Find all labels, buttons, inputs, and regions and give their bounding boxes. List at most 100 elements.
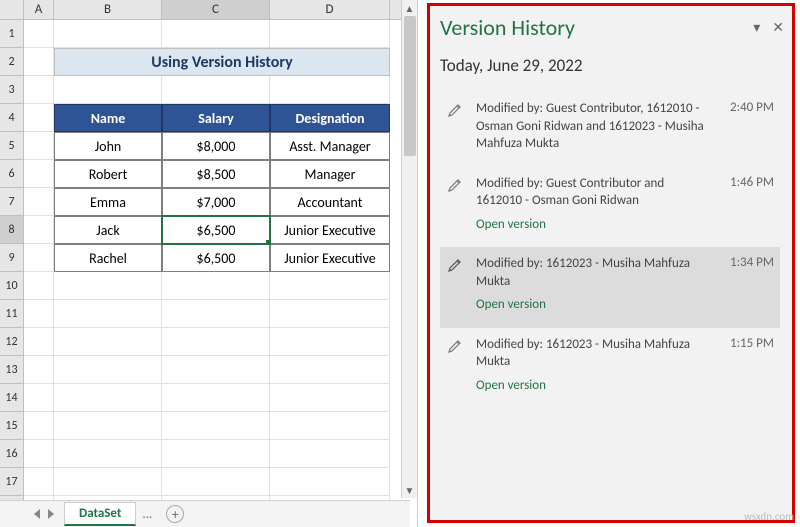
cell[interactable] bbox=[24, 468, 54, 496]
table-cell[interactable]: Asst. Manager bbox=[270, 132, 390, 160]
col-header-C[interactable]: C bbox=[162, 0, 270, 19]
cell[interactable] bbox=[162, 440, 270, 468]
row-header[interactable]: 4 bbox=[0, 104, 24, 132]
cell[interactable] bbox=[270, 20, 390, 48]
cell[interactable] bbox=[24, 300, 54, 328]
version-item[interactable]: Modified by: Guest Contributor and 16120… bbox=[440, 167, 780, 248]
sheet-tab-more[interactable]: ... bbox=[136, 507, 158, 522]
cell[interactable] bbox=[24, 272, 54, 300]
cell[interactable] bbox=[24, 48, 54, 76]
cell[interactable] bbox=[270, 412, 390, 440]
col-header-B[interactable]: B bbox=[54, 0, 162, 19]
table-header-cell[interactable]: Salary bbox=[162, 104, 270, 132]
pane-menu-icon[interactable]: ▾ bbox=[753, 19, 760, 36]
cell[interactable] bbox=[24, 104, 54, 132]
cell[interactable] bbox=[24, 412, 54, 440]
row-header[interactable]: 9 bbox=[0, 244, 24, 272]
table-header-cell[interactable]: Name bbox=[54, 104, 162, 132]
row-header[interactable]: 7 bbox=[0, 188, 24, 216]
cell[interactable] bbox=[162, 468, 270, 496]
cell[interactable] bbox=[162, 300, 270, 328]
cell[interactable] bbox=[24, 328, 54, 356]
row-header[interactable]: 15 bbox=[0, 412, 24, 440]
cell[interactable] bbox=[24, 20, 54, 48]
table-cell[interactable]: Robert bbox=[54, 160, 162, 188]
table-cell[interactable]: Accountant bbox=[270, 188, 390, 216]
row-header[interactable]: 2 bbox=[0, 48, 24, 76]
cell[interactable] bbox=[270, 272, 390, 300]
vertical-scrollbar[interactable]: ▲ ▼ bbox=[401, 0, 417, 498]
cell[interactable] bbox=[270, 384, 390, 412]
cell[interactable] bbox=[270, 300, 390, 328]
row-header[interactable]: 6 bbox=[0, 160, 24, 188]
scroll-down-button[interactable]: ▼ bbox=[402, 482, 417, 498]
open-version-link[interactable]: Open version bbox=[476, 377, 708, 395]
open-version-link[interactable]: Open version bbox=[476, 216, 708, 234]
table-cell[interactable]: $8,000 bbox=[162, 132, 270, 160]
cell[interactable] bbox=[162, 76, 270, 104]
sheet-tab-dataset[interactable]: DataSet bbox=[64, 502, 136, 526]
cell[interactable] bbox=[54, 328, 162, 356]
table-header-cell[interactable]: Designation bbox=[270, 104, 390, 132]
title-cell[interactable]: Using Version History bbox=[54, 48, 390, 76]
cell[interactable] bbox=[270, 328, 390, 356]
cell[interactable] bbox=[54, 384, 162, 412]
table-cell[interactable]: $6,500 bbox=[162, 216, 270, 244]
scroll-thumb[interactable] bbox=[404, 16, 416, 156]
cell[interactable] bbox=[24, 356, 54, 384]
cell[interactable] bbox=[24, 384, 54, 412]
cell[interactable] bbox=[54, 440, 162, 468]
table-cell[interactable]: Junior Executive bbox=[270, 216, 390, 244]
tab-nav-prev-icon[interactable] bbox=[34, 509, 40, 519]
table-cell[interactable]: Junior Executive bbox=[270, 244, 390, 272]
cell[interactable] bbox=[270, 356, 390, 384]
version-item[interactable]: Modified by: 1612023 - Musiha Mahfuza Mu… bbox=[440, 328, 780, 409]
cell[interactable] bbox=[270, 440, 390, 468]
cell[interactable] bbox=[24, 440, 54, 468]
row-header[interactable]: 13 bbox=[0, 356, 24, 384]
cell[interactable] bbox=[24, 244, 54, 272]
row-header[interactable]: 3 bbox=[0, 76, 24, 104]
table-cell[interactable]: John bbox=[54, 132, 162, 160]
cell[interactable] bbox=[162, 356, 270, 384]
add-sheet-button[interactable]: + bbox=[166, 505, 184, 523]
cell[interactable] bbox=[24, 76, 54, 104]
cell[interactable] bbox=[24, 188, 54, 216]
version-item[interactable]: Modified by: 1612023 - Musiha Mahfuza Mu… bbox=[440, 247, 780, 328]
cell[interactable] bbox=[270, 76, 390, 104]
cell[interactable] bbox=[54, 300, 162, 328]
cell[interactable] bbox=[270, 468, 390, 496]
cell[interactable] bbox=[24, 160, 54, 188]
tab-nav-next-icon[interactable] bbox=[48, 509, 54, 519]
cell[interactable] bbox=[54, 468, 162, 496]
cell[interactable] bbox=[162, 272, 270, 300]
row-header[interactable]: 16 bbox=[0, 440, 24, 468]
version-item[interactable]: Modified by: Guest Contributor, 1612010 … bbox=[440, 92, 780, 167]
cell[interactable] bbox=[162, 412, 270, 440]
scroll-up-button[interactable]: ▲ bbox=[402, 0, 417, 16]
row-header[interactable]: 17 bbox=[0, 468, 24, 496]
open-version-link[interactable]: Open version bbox=[476, 296, 708, 314]
cell[interactable] bbox=[162, 328, 270, 356]
table-cell[interactable]: $8,500 bbox=[162, 160, 270, 188]
cell[interactable] bbox=[54, 20, 162, 48]
cell[interactable] bbox=[24, 132, 54, 160]
select-all-corner[interactable] bbox=[0, 0, 24, 19]
col-header-D[interactable]: D bbox=[270, 0, 390, 19]
cell[interactable] bbox=[162, 384, 270, 412]
cell[interactable] bbox=[162, 20, 270, 48]
table-cell[interactable]: Emma bbox=[54, 188, 162, 216]
row-header[interactable]: 5 bbox=[0, 132, 24, 160]
row-header[interactable]: 11 bbox=[0, 300, 24, 328]
row-header[interactable]: 14 bbox=[0, 384, 24, 412]
table-cell[interactable]: Rachel bbox=[54, 244, 162, 272]
col-header-A[interactable]: A bbox=[24, 0, 54, 19]
table-cell[interactable]: Manager bbox=[270, 160, 390, 188]
cell[interactable] bbox=[54, 76, 162, 104]
row-header[interactable]: 10 bbox=[0, 272, 24, 300]
table-cell[interactable]: Jack bbox=[54, 216, 162, 244]
cell[interactable] bbox=[24, 216, 54, 244]
cell[interactable] bbox=[54, 272, 162, 300]
table-cell[interactable]: $6,500 bbox=[162, 244, 270, 272]
row-header[interactable]: 8 bbox=[0, 216, 24, 244]
